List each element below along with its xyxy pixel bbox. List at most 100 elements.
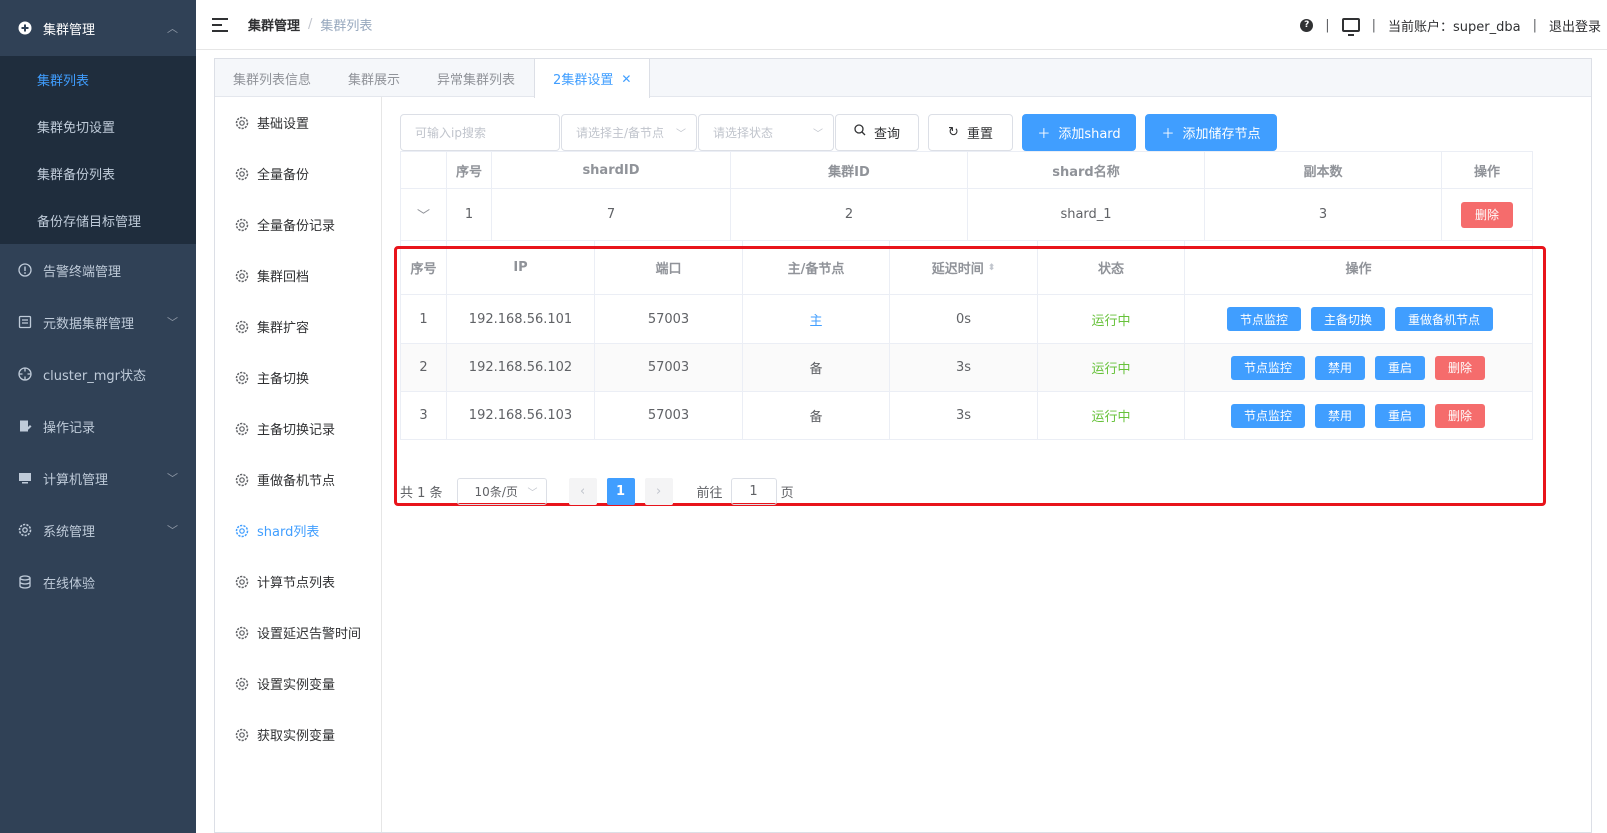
alert-circle-icon <box>17 262 33 278</box>
sidebar-group-label: 集群管理 <box>43 22 96 38</box>
reset-button[interactable]: ↻ 重置 <box>928 113 1013 151</box>
sidebar-sub-failover-setting[interactable]: 集群免切设置 <box>0 103 196 150</box>
actions-cell: 节点监控 禁用 重启 删除 <box>1185 392 1532 439</box>
expand-toggle-icon[interactable]: ﹀ <box>401 189 447 240</box>
help-icon[interactable]: ? <box>1300 18 1314 32</box>
prev-page-button[interactable]: ‹ <box>568 478 597 505</box>
status-select[interactable]: 请选择状态 ﹀ <box>698 113 834 151</box>
hamburger-icon[interactable] <box>212 17 228 32</box>
button-label: 查询 <box>873 126 900 142</box>
node-row: 1 192.168.56.101 57003 主 0s 运行中 节点监控 主备切换 重做备机节点 <box>401 295 1532 344</box>
tab-cluster-display[interactable]: 集群展示 <box>330 59 419 97</box>
button-label: 添加储存节点 <box>1182 126 1261 142</box>
tab-cluster-settings[interactable]: 2集群设置 ✕ <box>534 59 651 98</box>
tab-cluster-list-info[interactable]: 集群列表信息 <box>215 59 330 97</box>
search-icon <box>854 124 866 140</box>
header-cell: 端口 <box>595 241 743 294</box>
logout-link[interactable]: 退出登录 <box>1549 16 1601 35</box>
rebuild-replica-button[interactable]: 重做备机节点 <box>1395 307 1494 331</box>
gear-icon <box>235 218 249 232</box>
close-icon[interactable]: ✕ <box>621 72 631 86</box>
gear-icon <box>235 677 249 691</box>
header-cell: 集群ID <box>731 152 968 188</box>
header-cell: shardID <box>492 152 731 188</box>
page-size-select[interactable]: 10条/页 ﹀ <box>456 478 547 505</box>
role-select[interactable]: 请选择主/备节点 ﹀ <box>561 113 697 151</box>
button-label: 添加shard <box>1058 126 1121 142</box>
settings-item[interactable]: 重做备机节点 <box>215 454 381 505</box>
sidebar-sub-cluster-list[interactable]: 集群列表 <box>0 56 196 103</box>
sidebar-item-metadata-cluster[interactable]: 元数据集群管理 ﹀ <box>0 296 196 348</box>
divider: | <box>1325 17 1330 33</box>
disable-button[interactable]: 禁用 <box>1315 403 1366 428</box>
settings-item[interactable]: shard列表 <box>215 505 381 556</box>
goto-page-input[interactable]: 1 <box>730 478 777 505</box>
sidebar-group-cluster-manage[interactable]: 集群管理 ︿ <box>0 0 196 56</box>
page-number-button[interactable]: 1 <box>606 478 635 505</box>
breadcrumb-separator: / <box>308 17 313 32</box>
sidebar: 集群管理 ︿ 集群列表 集群免切设置 集群备份列表 备份存储目标管理 告警终端管… <box>0 0 196 833</box>
screen-icon[interactable] <box>1341 18 1360 36</box>
add-storage-node-button[interactable]: ＋ 添加储存节点 <box>1145 113 1277 151</box>
node-row: 2 192.168.56.102 57003 备 3s 运行中 节点监控 禁用 重启 删除 <box>401 344 1532 392</box>
next-page-button[interactable]: › <box>644 478 673 505</box>
tab-label: 集群列表信息 <box>233 72 312 88</box>
sidebar-item-alert-terminal[interactable]: 告警终端管理 <box>0 244 196 296</box>
sidebar-item-label: 元数据集群管理 <box>43 316 135 332</box>
settings-item[interactable]: 设置延迟告警时间 <box>215 607 381 658</box>
gear-icon <box>235 371 249 385</box>
header-cell: 主/备节点 <box>743 241 890 294</box>
sidebar-sub-backup-storage[interactable]: 备份存储目标管理 <box>0 197 196 244</box>
sidebar-sub-backup-list[interactable]: 集群备份列表 <box>0 150 196 197</box>
restart-button[interactable]: 重启 <box>1375 403 1426 428</box>
sidebar-item-online-trial[interactable]: 在线体验 <box>0 556 196 608</box>
disable-button[interactable]: 禁用 <box>1315 355 1366 380</box>
node-monitor-button[interactable]: 节点监控 <box>1227 307 1302 331</box>
table-cell: 0s <box>890 295 1038 343</box>
settings-item[interactable]: 基础设置 <box>215 97 381 148</box>
sidebar-item-label: cluster_mgr状态 <box>43 368 146 384</box>
settings-item[interactable]: 设置实例变量 <box>215 658 381 709</box>
breadcrumb-item[interactable]: 集群管理 <box>248 15 300 34</box>
ip-search-input[interactable]: 可输入ip搜索 <box>400 113 560 151</box>
sidebar-item-cluster-mgr-status[interactable]: cluster_mgr状态 <box>0 348 196 400</box>
sidebar-item-operation-log[interactable]: 操作记录 <box>0 400 196 452</box>
table-cell: 7 <box>492 189 731 240</box>
sort-icon[interactable]: ⬍ <box>988 263 996 273</box>
tab-abnormal-clusters[interactable]: 异常集群列表 <box>419 59 534 97</box>
restart-button[interactable]: 重启 <box>1375 355 1426 380</box>
sidebar-item-system-manage[interactable]: 系统管理 ﹀ <box>0 504 196 556</box>
settings-item[interactable]: 集群回档 <box>215 250 381 301</box>
settings-item[interactable]: 全量备份 <box>215 148 381 199</box>
settings-item[interactable]: 主备切换记录 <box>215 403 381 454</box>
table-cell: 运行中 <box>1038 344 1185 391</box>
sidebar-item-label: 告警终端管理 <box>43 264 122 280</box>
app-root: 集群管理 ︿ 集群列表 集群免切设置 集群备份列表 备份存储目标管理 告警终端管… <box>0 0 1607 833</box>
delete-shard-button[interactable]: 删除 <box>1460 201 1513 228</box>
settings-item[interactable]: 计算节点列表 <box>215 556 381 607</box>
header-cell: 状态 <box>1038 241 1185 294</box>
switchover-button[interactable]: 主备切换 <box>1311 307 1386 331</box>
delete-node-button[interactable]: 删除 <box>1435 403 1486 428</box>
gear-icon <box>235 524 249 538</box>
delete-node-button[interactable]: 删除 <box>1435 355 1486 380</box>
settings-item[interactable]: 获取实例变量 <box>215 709 381 760</box>
settings-item[interactable]: 主备切换 <box>215 352 381 403</box>
query-button[interactable]: 查询 <box>835 113 919 151</box>
node-monitor-button[interactable]: 节点监控 <box>1231 403 1306 428</box>
sidebar-item-label: 计算机管理 <box>43 472 109 488</box>
table-cell: 1 <box>401 295 447 343</box>
sidebar-item-label: 在线体验 <box>43 576 96 592</box>
page-unit-label: 页 <box>780 486 794 501</box>
node-monitor-button[interactable]: 节点监控 <box>1231 355 1306 380</box>
table-cell: 1 <box>447 189 492 240</box>
table-cell[interactable]: 主 <box>743 295 890 343</box>
settings-item[interactable]: 集群扩容 <box>215 301 381 352</box>
settings-item-label: shard列表 <box>257 525 320 540</box>
add-shard-button[interactable]: ＋ 添加shard <box>1022 113 1136 151</box>
table-cell: 57003 <box>595 344 743 391</box>
sidebar-item-computer-manage[interactable]: 计算机管理 ﹀ <box>0 452 196 504</box>
header-cell: shard名称 <box>968 152 1205 188</box>
settings-item[interactable]: 全量备份记录 <box>215 199 381 250</box>
select-placeholder: 请选择主/备节点 <box>576 125 665 140</box>
